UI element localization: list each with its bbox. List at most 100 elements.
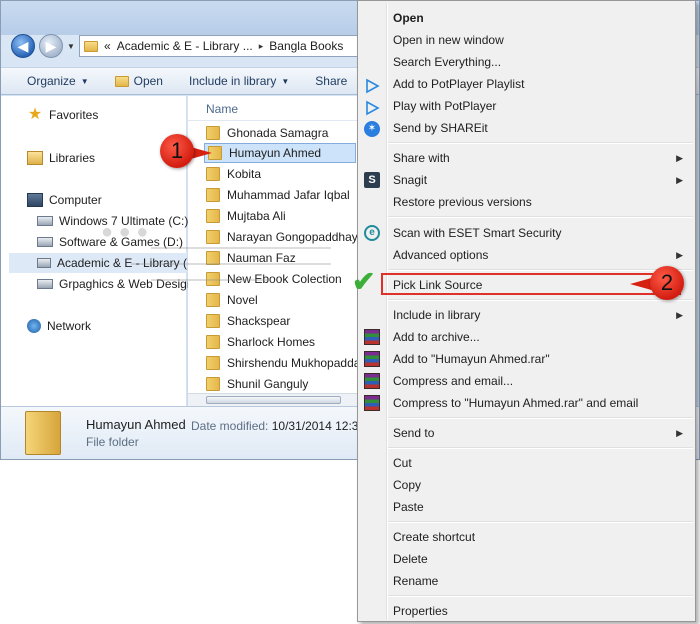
arrow-right-icon: ▶	[45, 38, 57, 54]
menu-create-shortcut[interactable]: Create shortcut	[393, 526, 693, 548]
library-icon	[27, 151, 43, 165]
menu-add-rar[interactable]: Add to "Humayun Ahmed.rar"	[393, 348, 693, 370]
menu-rename[interactable]: Rename	[393, 570, 693, 592]
menu-separator	[388, 521, 693, 523]
menu-open[interactable]: Open	[393, 7, 693, 29]
menu-create-shortcut-label: Create shortcut	[393, 530, 476, 544]
list-item[interactable]: Shackspear	[206, 311, 358, 331]
menu-add-archive[interactable]: Add to archive...	[393, 326, 693, 348]
menu-add-archive-label: Add to archive...	[393, 330, 480, 344]
drive-icon	[37, 258, 51, 268]
list-item[interactable]: Shirshendu Mukhopadda	[206, 353, 358, 373]
address-overflow[interactable]: «	[104, 39, 111, 53]
include-in-library-button[interactable]: Include in library ▼	[189, 74, 289, 88]
menu-send-to[interactable]: Send to ▶	[393, 422, 693, 444]
folder-name: Shackspear	[227, 314, 291, 328]
menu-search-everything[interactable]: Search Everything...	[393, 51, 693, 73]
potplayer-play-icon	[366, 100, 380, 116]
open-folder-icon	[114, 75, 129, 87]
menu-restore-previous-label: Restore previous versions	[393, 195, 532, 209]
list-item[interactable]: Kobita	[206, 164, 358, 184]
menu-separator	[388, 417, 693, 419]
folder-icon	[206, 356, 220, 370]
menu-delete[interactable]: Delete	[393, 548, 693, 570]
menu-separator	[388, 269, 693, 271]
menu-cut[interactable]: Cut	[393, 452, 693, 474]
folder-icon	[206, 314, 220, 328]
details-modified-value: 10/31/2014 12:36	[271, 419, 366, 433]
organize-button[interactable]: Organize ▼	[27, 74, 89, 88]
menu-eset-scan-label: Scan with ESET Smart Security	[393, 226, 562, 240]
watermark-logo: ● ● ●	[91, 213, 351, 313]
menu-restore-previous[interactable]: Restore previous versions	[393, 191, 693, 213]
folder-icon	[84, 40, 98, 52]
folder-name: Humayun Ahmed	[229, 146, 322, 160]
menu-play-potplayer-label: Play with PotPlayer	[393, 99, 497, 113]
menu-advanced-options-label: Advanced options	[393, 248, 489, 262]
open-label: Open	[133, 74, 163, 88]
menu-rename-label: Rename	[393, 574, 439, 588]
list-item[interactable]: Ghonada Samagra	[206, 123, 358, 143]
snagit-icon: S	[364, 172, 380, 188]
list-item[interactable]: Muhammad Jafar Iqbal	[206, 185, 358, 205]
list-item[interactable]: Shunil Ganguly	[206, 374, 358, 394]
menu-include-library-label: Include in library	[393, 308, 481, 322]
menu-paste[interactable]: Paste	[393, 496, 693, 518]
details-type: File folder	[86, 435, 139, 449]
shareit-icon: ✶	[364, 121, 380, 137]
winrar-icon	[364, 329, 380, 345]
menu-add-potplayer[interactable]: Add to PotPlayer Playlist	[393, 73, 693, 95]
nav-network[interactable]: Network	[27, 319, 91, 333]
computer-icon	[27, 193, 43, 207]
share-button[interactable]: Share	[315, 74, 347, 88]
menu-separator	[388, 595, 693, 597]
folder-icon	[206, 335, 220, 349]
breadcrumb-separator-icon[interactable]: ▸	[259, 41, 264, 52]
nav-libraries[interactable]: Libraries	[27, 151, 95, 165]
menu-advanced-options[interactable]: Advanced options ▶	[393, 244, 693, 266]
menu-copy[interactable]: Copy	[393, 474, 693, 496]
column-header-name[interactable]: Name	[206, 102, 238, 116]
nav-favorites[interactable]: ★ Favorites	[27, 107, 99, 123]
menu-separator	[388, 299, 693, 301]
forward-button[interactable]: ▶	[39, 34, 63, 58]
submenu-arrow-icon: ▶	[676, 428, 683, 438]
list-item[interactable]: Sharlock Homes	[206, 332, 358, 352]
breadcrumb-academic[interactable]: Academic & E - Library ...	[117, 39, 253, 53]
menu-separator	[388, 447, 693, 449]
folder-name: Ghonada Samagra	[227, 126, 329, 140]
menu-properties[interactable]: Properties	[393, 600, 693, 622]
menu-share-with[interactable]: Share with ▶	[393, 147, 693, 169]
list-item-selected[interactable]: Humayun Ahmed	[204, 143, 356, 163]
menu-snagit[interactable]: Snagit ▶	[393, 169, 693, 191]
winrar-icon	[364, 351, 380, 367]
menu-include-library[interactable]: Include in library ▶	[393, 304, 693, 326]
breadcrumb-bangla-books[interactable]: Bangla Books	[269, 39, 343, 53]
include-label: Include in library	[188, 74, 277, 88]
menu-separator	[388, 216, 693, 218]
menu-send-shareit[interactable]: Send by SHAREit	[393, 117, 693, 139]
share-label: Share	[315, 74, 348, 88]
nav-network-label: Network	[47, 319, 92, 333]
menu-compress-rar-email[interactable]: Compress to "Humayun Ahmed.rar" and emai…	[393, 392, 693, 414]
folder-name: Muhammad Jafar Iqbal	[227, 188, 350, 202]
menu-play-potplayer[interactable]: Play with PotPlayer	[393, 95, 693, 117]
menu-eset-scan[interactable]: Scan with ESET Smart Security	[393, 222, 693, 244]
open-button[interactable]: Open	[114, 74, 163, 88]
nav-computer[interactable]: Computer	[27, 193, 102, 207]
drive-icon	[37, 237, 53, 247]
address-bar[interactable]: « Academic & E - Library ... ▸ Bangla Bo…	[79, 35, 369, 57]
drive-icon	[37, 279, 53, 289]
menu-icon-gutter	[386, 3, 388, 619]
recent-pages-dropdown-icon[interactable]: ▼	[67, 42, 75, 51]
back-button[interactable]: ◀	[11, 34, 35, 58]
horizontal-scrollbar[interactable]	[188, 393, 358, 406]
callout-2-badge: 2	[650, 266, 684, 300]
scrollbar-thumb[interactable]	[206, 396, 341, 404]
menu-compress-email[interactable]: Compress and email...	[393, 370, 693, 392]
folder-icon	[206, 126, 220, 140]
details-modified: Date modified: 10/31/2014 12:36	[191, 419, 365, 433]
menu-open-new-window[interactable]: Open in new window	[393, 29, 693, 51]
drive-icon	[37, 216, 53, 226]
menu-compress-rar-email-label: Compress to "Humayun Ahmed.rar" and emai…	[393, 396, 639, 410]
